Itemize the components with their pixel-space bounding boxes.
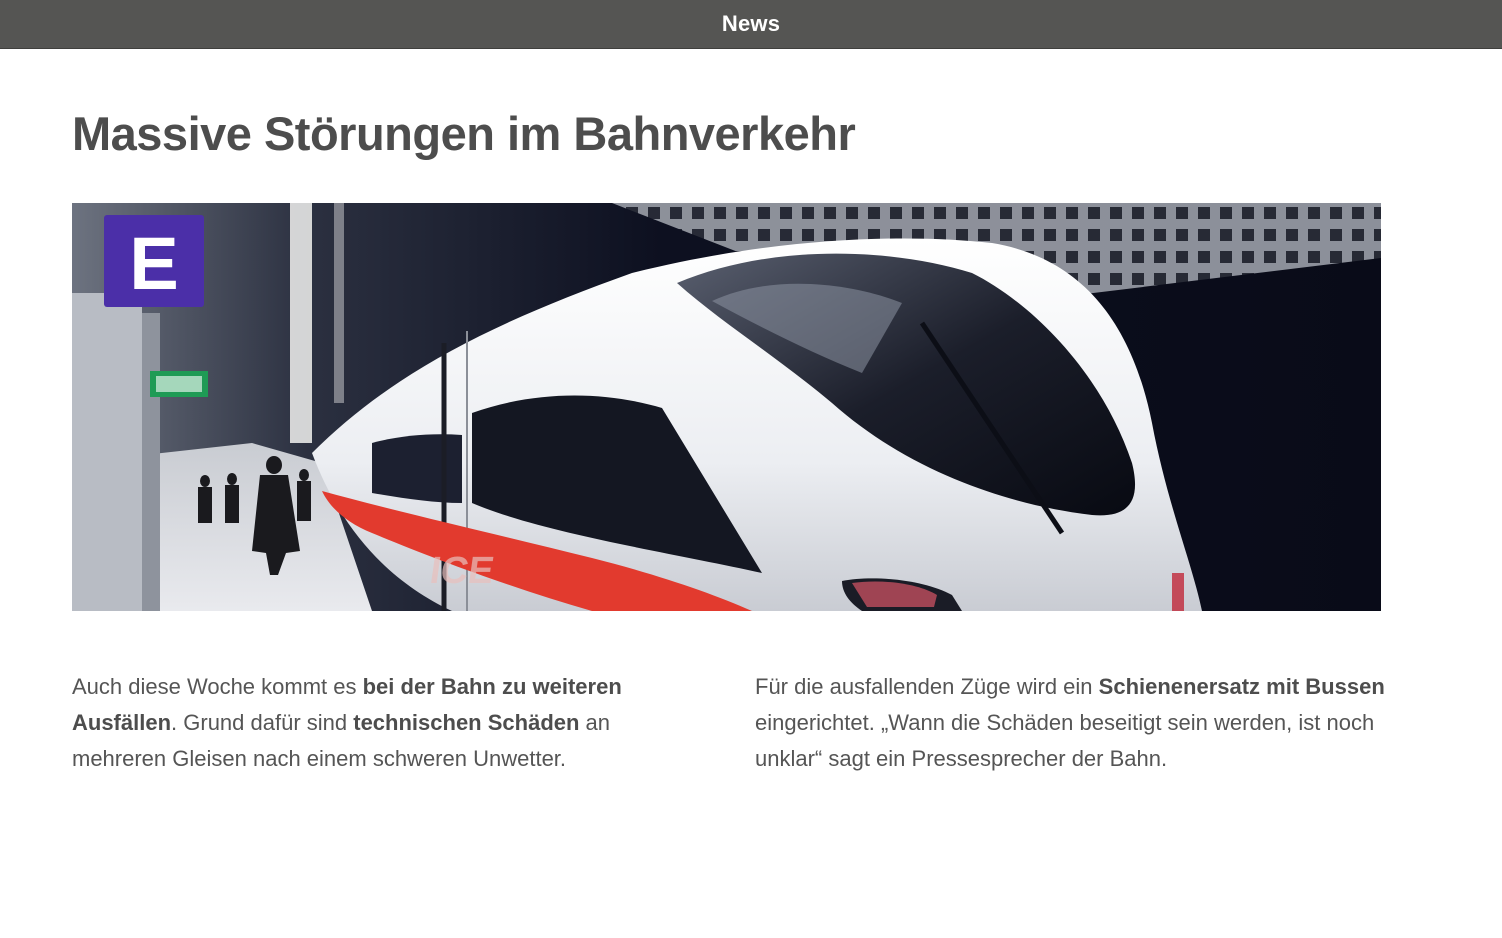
train-illustration: E ICE (72, 203, 1381, 611)
text-segment: Für die ausfallenden Züge wird ein (755, 674, 1099, 699)
svg-text:ICE: ICE (427, 549, 496, 592)
text-segment: Auch diese Woche kommt es (72, 674, 363, 699)
article-headline: Massive Störungen im Bahnverkehr (72, 107, 856, 160)
article-column-left: Auch diese Woche kommt es bei der Bahn z… (72, 669, 662, 777)
bold-segment: technischen Schäden (353, 710, 580, 735)
platform-sign: E (104, 215, 204, 307)
bold-segment: Schienenersatz mit Bussen (1098, 674, 1385, 699)
top-bar: News (0, 0, 1502, 49)
article-column-right: Für die ausfallenden Züge wird ein Schie… (755, 669, 1395, 777)
top-bar-title: News (721, 11, 781, 36)
text-segment: . Grund dafür sind (171, 710, 354, 735)
text-segment: eingerichtet. „Wann die Schäden beseitig… (755, 710, 1375, 771)
svg-text:E: E (129, 222, 178, 305)
article-hero-image: E ICE (72, 203, 1381, 611)
